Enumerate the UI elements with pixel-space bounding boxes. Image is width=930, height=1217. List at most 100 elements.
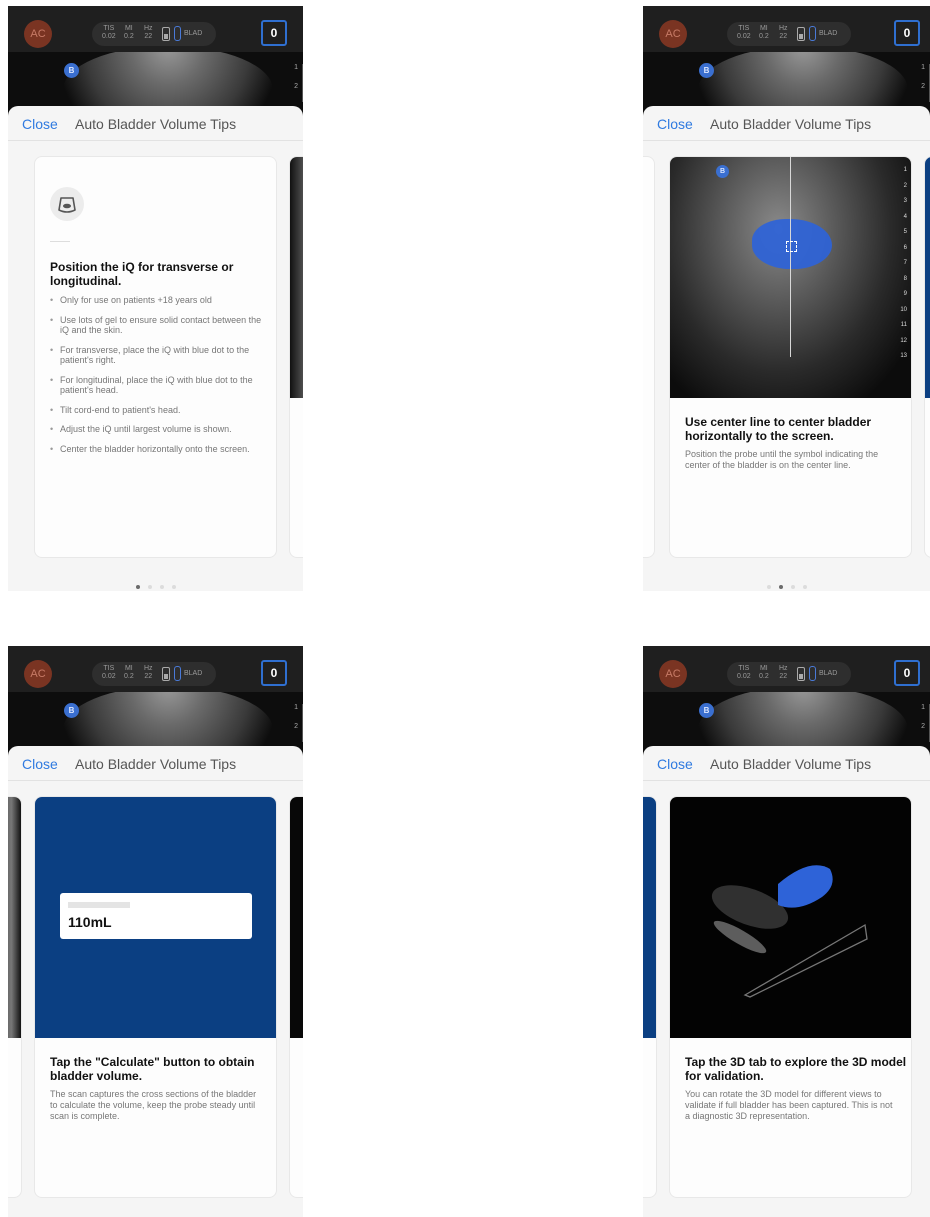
result-label-placeholder <box>68 902 130 908</box>
page-indicator[interactable] <box>8 576 303 591</box>
next-card-peek[interactable] <box>289 796 303 1198</box>
page-dot[interactable] <box>135 585 140 589</box>
counter-button[interactable]: 0 <box>894 20 920 46</box>
mi-value: 0.2 <box>759 673 769 680</box>
next-card-peek[interactable] <box>924 156 930 558</box>
tip-item: For transverse, place the iQ with blue d… <box>50 345 262 366</box>
ruler-tick: 8 <box>903 275 907 282</box>
battery-icon <box>162 27 170 41</box>
ruler-tick: 2 <box>912 83 930 102</box>
close-button[interactable]: Close <box>22 756 58 772</box>
counter-button[interactable]: 0 <box>261 660 287 686</box>
hz-value: 22 <box>779 673 788 680</box>
imaging-params-pill: TIS 0.02 MI 0.2 Hz 22 BLAD <box>92 22 216 46</box>
counter-button[interactable]: 0 <box>894 660 920 686</box>
ruler-tick: 1 <box>285 704 303 723</box>
card-heading: Tap the 3D tab to explore the 3D model f… <box>685 1055 907 1083</box>
hz-value: 22 <box>144 33 153 40</box>
ultrasound-image: B 1 2 3 4 5 6 7 8 9 10 11 12 13 <box>670 157 911 398</box>
tis-label: TIS <box>738 25 750 32</box>
status-bar: AC TIS 0.02 MI 0.2 Hz 22 BLAD 0 <box>8 646 303 692</box>
page-dot[interactable] <box>790 585 795 589</box>
imaging-params-pill: TIS 0.02 MI 0.2 Hz 22 BLAD <box>92 662 216 686</box>
tis-value: 0.02 <box>102 33 116 40</box>
hz-label: Hz <box>779 25 788 32</box>
close-button[interactable]: Close <box>657 116 693 132</box>
tip-card-1[interactable]: Position the iQ for transverse or longit… <box>34 156 277 558</box>
card-heading: Position the iQ for transverse or longit… <box>50 260 234 288</box>
probe-icon <box>50 187 84 221</box>
sheet-header: Close Auto Bladder Volume Tips <box>8 106 303 141</box>
ruler-tick: 1 <box>285 64 303 83</box>
tip-card-2[interactable]: B 1 2 3 4 5 6 7 8 9 10 11 12 13 Use cent… <box>669 156 912 558</box>
page-dot[interactable] <box>159 585 164 589</box>
page-dot[interactable] <box>171 585 176 589</box>
previous-card-peek[interactable] <box>643 796 657 1198</box>
page-dot[interactable] <box>778 585 783 589</box>
previous-card-peek[interactable] <box>8 796 22 1198</box>
status-bar: AC TIS 0.02 MI 0.2 Hz 22 BLAD 0 <box>643 6 930 52</box>
center-line <box>790 157 791 357</box>
card-body: Position the probe until the symbol indi… <box>685 449 879 470</box>
tip-card-4[interactable]: Tap the 3D tab to explore the 3D model f… <box>669 796 912 1198</box>
mi-value: 0.2 <box>759 33 769 40</box>
ruler-tick: 1 <box>903 167 907 173</box>
ruler-tick: 10 <box>900 306 907 313</box>
status-bar: AC TIS 0.02 MI 0.2 Hz 22 BLAD 0 <box>643 646 930 692</box>
page-dot[interactable] <box>802 585 807 589</box>
hz-label: Hz <box>144 25 153 32</box>
counter-button[interactable]: 0 <box>261 20 287 46</box>
status-bar: AC TIS 0.02 MI 0.2 Hz 22 BLAD 0 <box>8 6 303 52</box>
ruler-tick: 2 <box>285 723 303 742</box>
center-target-icon <box>786 241 797 252</box>
page-dot[interactable] <box>766 585 771 589</box>
orientation-marker: B <box>64 703 79 718</box>
next-card-peek[interactable] <box>289 156 303 558</box>
hz-value: 22 <box>144 673 153 680</box>
close-button[interactable]: Close <box>22 116 58 132</box>
tip-item: Center the bladder horizontally onto the… <box>50 444 262 455</box>
tip-card-3[interactable]: 110mL Tap the "Calculate" button to obta… <box>34 796 277 1198</box>
avatar[interactable]: AC <box>24 20 52 48</box>
avatar[interactable]: AC <box>659 20 687 48</box>
mi-label: MI <box>759 665 768 672</box>
sheet-title: Auto Bladder Volume Tips <box>75 116 237 132</box>
mi-value: 0.2 <box>124 33 134 40</box>
preset-label: BLAD <box>184 670 203 677</box>
tis-label: TIS <box>738 665 750 672</box>
page-indicator[interactable] <box>643 576 930 591</box>
tis-value: 0.02 <box>102 673 116 680</box>
mi-value: 0.2 <box>124 673 134 680</box>
mi-label: MI <box>759 25 768 32</box>
thermometer-icon <box>809 666 816 681</box>
ruler-tick: 4 <box>903 213 907 220</box>
avatar[interactable]: AC <box>24 660 52 688</box>
page-dot[interactable] <box>147 585 152 589</box>
ruler-tick: 1 <box>912 64 930 83</box>
ruler-tick: 9 <box>903 291 907 297</box>
avatar[interactable]: AC <box>659 660 687 688</box>
preset-label: BLAD <box>819 670 838 677</box>
card-heading: Use center line to center bladder horizo… <box>685 415 872 443</box>
hz-label: Hz <box>144 665 153 672</box>
ruler-tick: 13 <box>900 353 907 359</box>
close-button[interactable]: Close <box>657 756 693 772</box>
tis-label: TIS <box>103 665 115 672</box>
tip-item: Use lots of gel to ensure solid contact … <box>50 315 262 336</box>
tis-value: 0.02 <box>737 33 751 40</box>
tips-sheet: Close Auto Bladder Volume Tips Position … <box>8 106 303 591</box>
tips-list: Only for use on patients +18 years old U… <box>50 295 262 463</box>
mi-label: MI <box>124 25 133 32</box>
preset-label: BLAD <box>184 30 203 37</box>
tips-sheet: Close Auto Bladder Volume Tips 110mL Tap… <box>8 746 303 1217</box>
sheet-title: Auto Bladder Volume Tips <box>75 756 237 772</box>
tip-item: Adjust the iQ until largest volume is sh… <box>50 424 262 435</box>
orientation-marker: B <box>699 63 714 78</box>
tip-item: Only for use on patients +18 years old <box>50 295 262 306</box>
thermometer-icon <box>174 26 181 41</box>
previous-card-peek[interactable] <box>643 156 655 558</box>
divider <box>50 241 70 242</box>
sheet-header: Close Auto Bladder Volume Tips <box>643 106 930 141</box>
sheet-title: Auto Bladder Volume Tips <box>710 116 872 132</box>
ruler-tick: 5 <box>903 229 907 235</box>
